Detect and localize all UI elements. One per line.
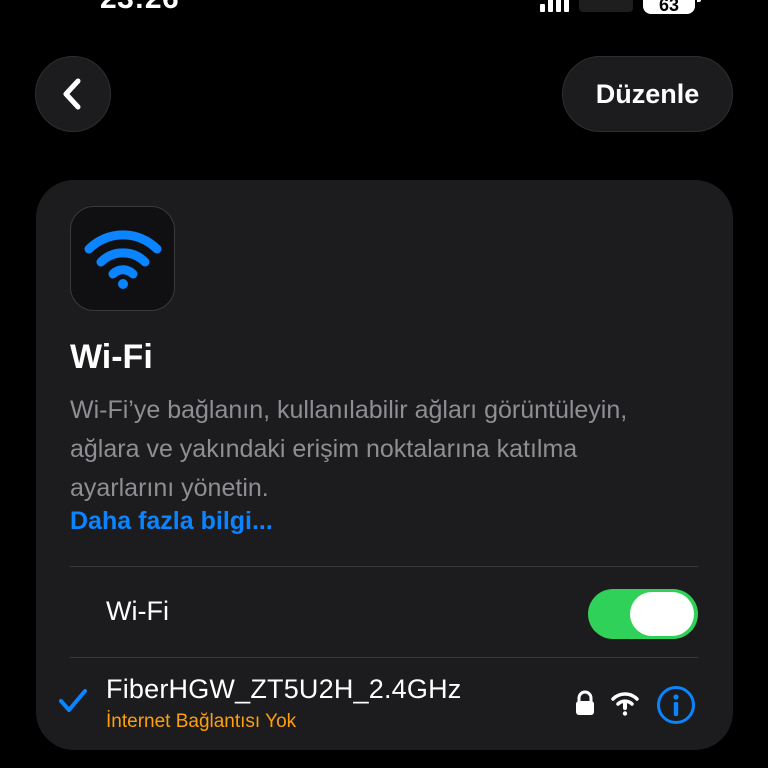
- divider: [70, 566, 698, 567]
- info-icon[interactable]: [656, 685, 696, 725]
- lock-icon: [576, 690, 594, 715]
- battery-level: 63: [658, 0, 680, 14]
- chevron-left-icon: [63, 78, 81, 110]
- network-status: İnternet Bağlantısı Yok: [106, 711, 297, 732]
- page-title: Wi-Fi: [70, 338, 153, 376]
- battery-cap: [697, 0, 701, 2]
- status-time: 23:26: [100, 0, 179, 16]
- cellular-signal-icon: [540, 0, 569, 12]
- divider: [70, 657, 698, 658]
- edit-button[interactable]: Düzenle: [562, 56, 733, 132]
- learn-more-link[interactable]: Daha fazla bilgi...: [70, 507, 273, 536]
- wifi-description: Wi-Fi’ye bağlanın, kullanılabilir ağları…: [70, 396, 628, 502]
- screen: 23:26 63 Düzenle Wi-Fi Wi-Fi’ye bağlanın…: [0, 0, 768, 768]
- network-name: FiberHGW_ZT5U2H_2.4GHz: [106, 674, 462, 704]
- network-row[interactable]: FiberHGW_ZT5U2H_2.4GHz İnternet Bağlantı…: [36, 660, 733, 750]
- checkmark-icon: [59, 689, 87, 712]
- back-button[interactable]: [35, 56, 111, 132]
- wifi-icon: [84, 229, 161, 289]
- status-redacted-area: [579, 0, 633, 12]
- battery-icon: 63: [643, 0, 695, 14]
- wifi-toggle-label: Wi-Fi: [106, 596, 169, 626]
- wifi-no-internet-icon: [611, 692, 639, 716]
- wifi-app-icon: [70, 206, 175, 311]
- toggle-knob: [630, 592, 694, 636]
- status-icons: 63: [540, 0, 701, 16]
- wifi-toggle[interactable]: [588, 589, 698, 639]
